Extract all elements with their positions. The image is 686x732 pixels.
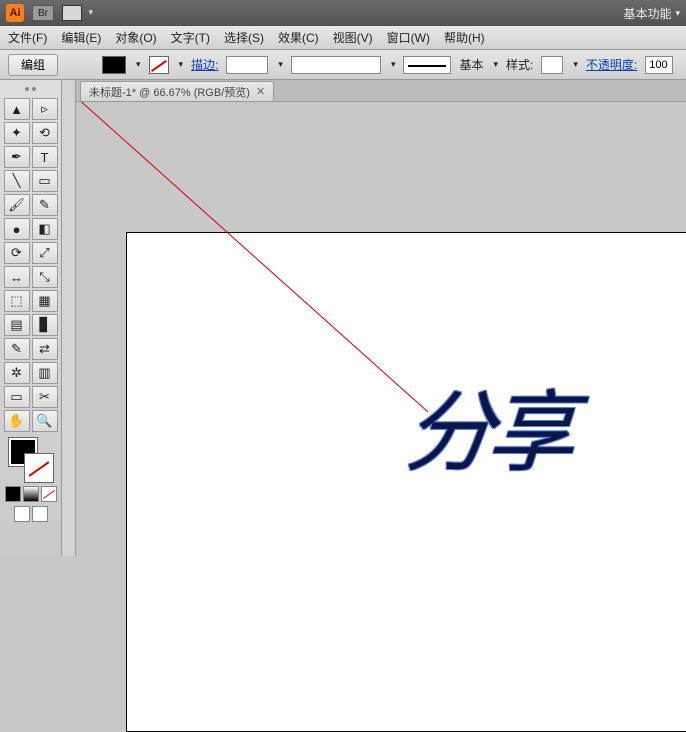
workspace-switcher[interactable]: 基本功能 (623, 5, 680, 22)
menu-help[interactable]: 帮助(H) (444, 29, 485, 46)
hand-tool[interactable]: ✋ (4, 410, 30, 432)
free-transform-tool[interactable]: ⤡ (32, 266, 58, 288)
slice-tool[interactable]: ✂ (32, 386, 58, 408)
bridge-button[interactable]: Br (32, 5, 54, 21)
graphic-style-well[interactable] (541, 56, 563, 74)
blend-tool[interactable]: ⇄ (32, 338, 58, 360)
fill-stroke-swatches[interactable] (9, 438, 53, 482)
menu-bar: 文件(F) 编辑(E) 对象(O) 文字(T) 选择(S) 效果(C) 视图(V… (0, 26, 686, 50)
pen-tool[interactable]: ✒ (4, 146, 30, 168)
direct-selection-tool[interactable]: ▹ (32, 98, 58, 120)
opacity-label-link[interactable]: 不透明度: (586, 56, 637, 73)
stroke-color-well[interactable] (149, 56, 169, 74)
document-area: 未标题-1* @ 66.67% (RGB/预览) ✕ 分享 (76, 80, 686, 556)
symbol-sprayer-tool[interactable]: ✲ (4, 362, 30, 384)
collapsed-panel-dock[interactable] (62, 80, 76, 556)
panel-grip-icon[interactable] (3, 84, 59, 94)
menu-select[interactable]: 选择(S) (224, 29, 264, 46)
document-tab-title: 未标题-1* @ 66.67% (RGB/预览) (89, 84, 250, 100)
magic-wand-tool[interactable]: ✦ (4, 122, 30, 144)
fill-dropdown-icon[interactable]: ▾ (136, 59, 141, 70)
stroke-swatch[interactable] (25, 454, 53, 482)
style-dropdown-icon[interactable]: ▾ (573, 59, 578, 70)
perspective-grid-tool[interactable]: ▦ (32, 290, 58, 312)
eraser-tool[interactable]: ◧ (32, 218, 58, 240)
menu-view[interactable]: 视图(V) (333, 29, 373, 46)
document-tab[interactable]: 未标题-1* @ 66.67% (RGB/预览) ✕ (80, 81, 274, 101)
screen-mode-full-icon[interactable] (32, 506, 48, 522)
rectangle-tool[interactable]: ▭ (32, 170, 58, 192)
opacity-input[interactable] (645, 56, 673, 74)
brush-definition[interactable] (403, 56, 451, 74)
pencil-tool[interactable]: ✎ (32, 194, 58, 216)
mesh-tool[interactable]: ▤ (4, 314, 30, 336)
tab-close-icon[interactable]: ✕ (256, 85, 265, 98)
variable-width-profile[interactable] (291, 56, 381, 74)
gradient-mode-icon[interactable] (23, 486, 39, 502)
color-mode-icon[interactable] (5, 486, 21, 502)
type-tool[interactable]: T (32, 146, 58, 168)
tools-panel: ▲▹✦⟲✒T╲▭🖌✎●◧⟳⤢↔⤡⬚▦▤▊✎⇄✲▥▭✂✋🔍 (0, 80, 62, 556)
zoom-tool[interactable]: 🔍 (32, 410, 58, 432)
document-tab-bar: 未标题-1* @ 66.67% (RGB/预览) ✕ (76, 80, 686, 102)
canvas[interactable]: 分享 (76, 102, 686, 556)
app-logo-icon: Ai (6, 4, 24, 22)
fill-color-well[interactable] (102, 56, 126, 74)
arrange-documents-button[interactable] (62, 5, 82, 21)
stroke-dropdown-icon[interactable]: ▾ (179, 59, 184, 70)
menu-object[interactable]: 对象(O) (115, 29, 156, 46)
menu-window[interactable]: 窗口(W) (387, 29, 430, 46)
paintbrush-tool[interactable]: 🖌 (4, 194, 30, 216)
brush-label: 基本 (459, 56, 483, 73)
selection-tool[interactable]: ▲ (4, 98, 30, 120)
scale-tool[interactable]: ⤢ (32, 242, 58, 264)
profile-dropdown-icon[interactable]: ▾ (391, 59, 396, 70)
stroke-weight-dropdown-icon[interactable]: ▾ (278, 59, 283, 70)
screen-mode-normal-icon[interactable] (14, 506, 30, 522)
artwork-text[interactable]: 分享 (402, 362, 575, 489)
edit-group-button[interactable]: 编组 (8, 54, 58, 76)
artboard-tool[interactable]: ▭ (4, 386, 30, 408)
stroke-weight-input[interactable] (226, 56, 268, 74)
style-label: 样式: (506, 56, 533, 73)
control-panel: 编组 ▾ ▾ 描边: ▾ ▾ 基本 ▾ 样式: ▾ 不透明度: (0, 50, 686, 80)
brush-dropdown-icon[interactable]: ▾ (494, 59, 499, 70)
menu-type[interactable]: 文字(T) (171, 29, 210, 46)
title-bar: Ai Br 基本功能 (0, 0, 686, 26)
menu-effect[interactable]: 效果(C) (278, 29, 319, 46)
lasso-tool[interactable]: ⟲ (32, 122, 58, 144)
menu-file[interactable]: 文件(F) (8, 29, 47, 46)
shape-builder-tool[interactable]: ⬚ (4, 290, 30, 312)
gradient-tool[interactable]: ▊ (32, 314, 58, 336)
column-graph-tool[interactable]: ▥ (32, 362, 58, 384)
rotate-tool[interactable]: ⟳ (4, 242, 30, 264)
none-mode-icon[interactable] (41, 486, 57, 502)
line-segment-tool[interactable]: ╲ (4, 170, 30, 192)
menu-edit[interactable]: 编辑(E) (61, 29, 101, 46)
eyedropper-tool[interactable]: ✎ (4, 338, 30, 360)
blob-brush-tool[interactable]: ● (4, 218, 30, 240)
stroke-label-link[interactable]: 描边: (191, 56, 218, 73)
width-tool[interactable]: ↔ (4, 266, 30, 288)
